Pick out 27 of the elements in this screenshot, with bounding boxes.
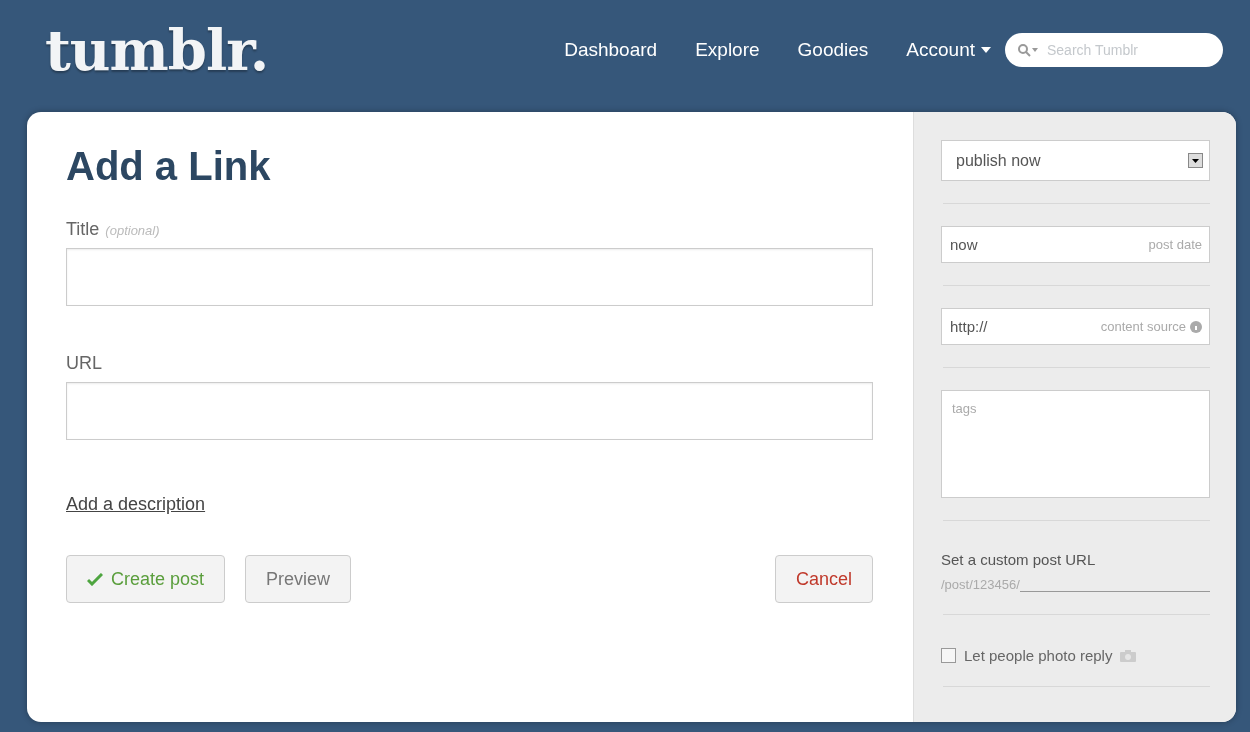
publish-select[interactable]: publish now xyxy=(941,140,1210,181)
checkbox-label: Let people photo reply xyxy=(964,647,1113,664)
input-field[interactable] xyxy=(66,382,873,440)
field-hint: (optional) xyxy=(105,223,160,238)
checkbox[interactable] xyxy=(941,648,956,663)
search-icon[interactable] xyxy=(1017,43,1039,57)
help-icon[interactable] xyxy=(1190,320,1202,333)
camera-icon xyxy=(1120,649,1137,662)
field-hint: post date xyxy=(1148,237,1202,252)
nav-link[interactable]: Explore xyxy=(695,39,760,61)
nav-link[interactable]: Account xyxy=(906,39,991,61)
add-description-link[interactable]: Add a description xyxy=(66,494,206,515)
field-hint: content source xyxy=(1100,319,1186,334)
search-field[interactable]: Search Tumblr xyxy=(1005,33,1223,67)
preview-button[interactable]: Preview xyxy=(245,555,352,603)
nav-link[interactable]: Goodies xyxy=(797,39,869,61)
tumblr-logo[interactable]: tumblr. xyxy=(45,17,269,83)
tags-field[interactable]: tags xyxy=(941,390,1210,498)
custom-url-label: Set a custom post URL xyxy=(941,551,1097,568)
field-label: URL xyxy=(66,353,102,373)
nav-link[interactable]: Dashboard xyxy=(564,39,658,61)
field-label: Title xyxy=(66,219,100,239)
page-heading: Add a Link xyxy=(66,144,272,189)
input-field[interactable] xyxy=(66,248,873,306)
cancel-button[interactable]: Cancel xyxy=(774,555,873,603)
checkmark-icon xyxy=(87,572,103,586)
url-prefix: /post/123456/ xyxy=(941,577,1020,592)
